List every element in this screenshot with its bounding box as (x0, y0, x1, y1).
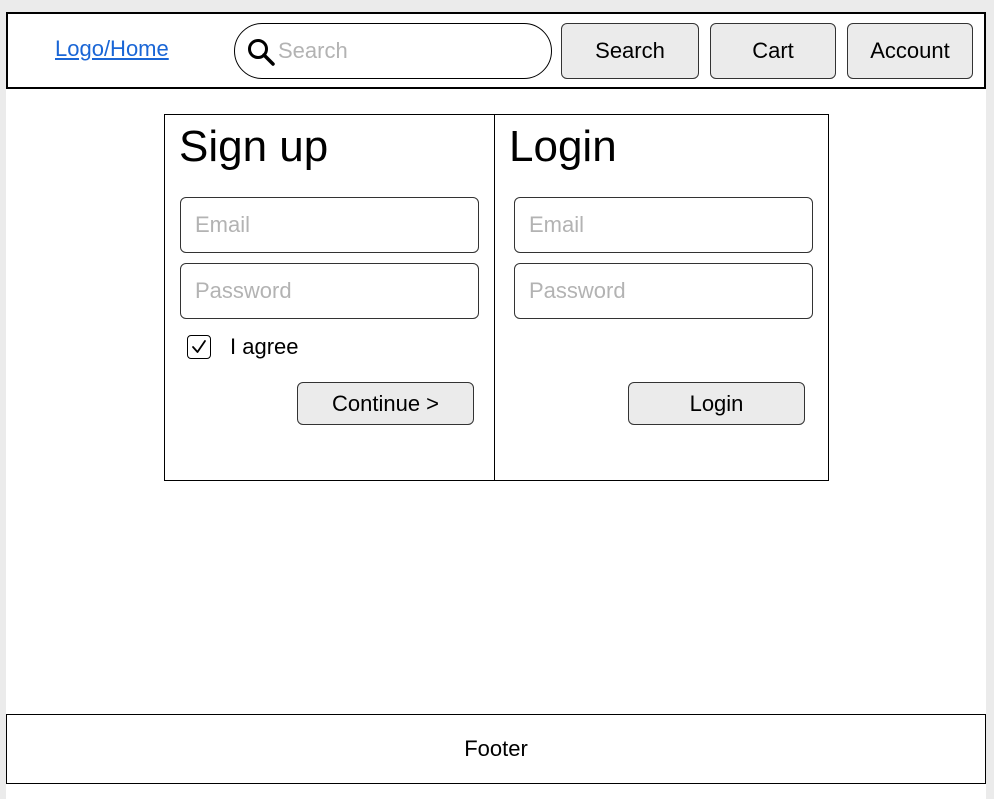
footer: Footer (6, 714, 986, 784)
login-title: Login (509, 122, 617, 171)
checkmark-icon (192, 340, 206, 353)
search-input[interactable] (278, 36, 528, 66)
login-email-field[interactable] (514, 197, 813, 253)
search-icon (248, 39, 275, 66)
signup-email-field[interactable] (180, 197, 479, 253)
agree-label: I agree (230, 334, 299, 359)
top-nav-bar: Logo/Home Search Cart Account (6, 12, 986, 89)
search-button[interactable]: Search (561, 23, 699, 79)
agree-row: I agree (187, 334, 299, 360)
footer-label: Footer (464, 736, 528, 761)
cart-button[interactable]: Cart (710, 23, 836, 79)
account-button[interactable]: Account (847, 23, 973, 79)
logo-home-link[interactable]: Logo/Home (55, 36, 169, 62)
login-button[interactable]: Login (628, 382, 805, 425)
continue-button[interactable]: Continue > (297, 382, 474, 425)
signup-password-field[interactable] (180, 263, 479, 319)
login-password-field[interactable] (514, 263, 813, 319)
signup-panel: Sign up I agree Continue > (164, 114, 496, 481)
signup-title: Sign up (179, 122, 329, 171)
agree-checkbox[interactable] (187, 335, 211, 359)
login-panel: Login Login (494, 114, 829, 481)
search-box[interactable] (234, 23, 552, 79)
